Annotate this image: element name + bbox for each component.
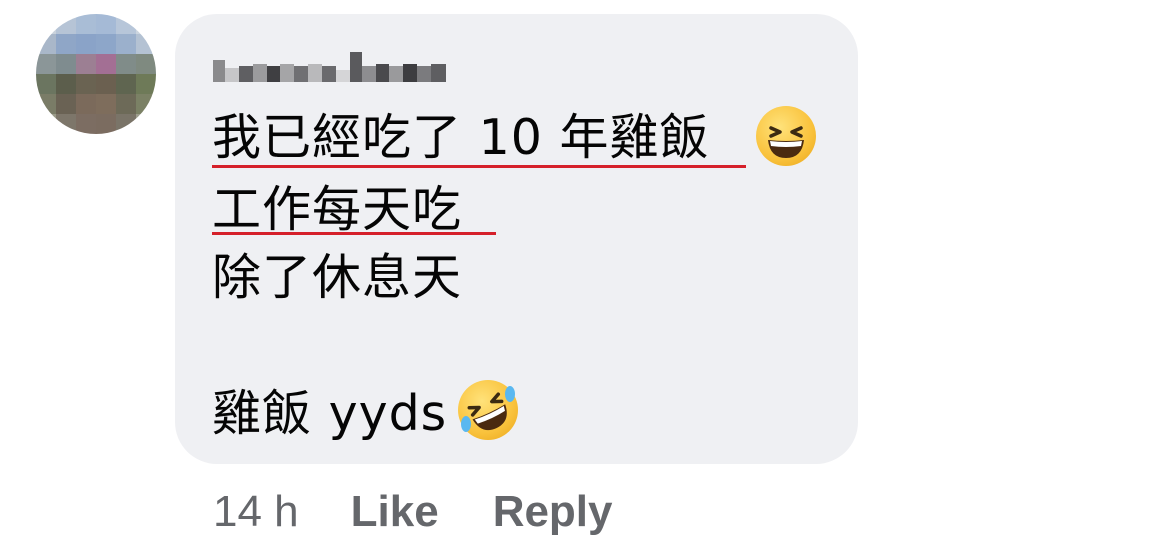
comment-line-2: 工作每天吃 <box>212 181 463 238</box>
timestamp[interactable]: 14 h <box>213 487 299 537</box>
grinning-squinting-face-icon <box>756 106 816 166</box>
rolling-on-floor-laughing-icon <box>458 380 518 440</box>
comment-line-1: 我已經吃了 10 年雞飯 <box>212 109 710 166</box>
like-button[interactable]: Like <box>351 487 439 537</box>
avatar[interactable] <box>36 14 156 134</box>
comment-actions: 14 h Like Reply <box>213 484 613 540</box>
comment-line-5: 雞飯 yyds <box>212 385 448 442</box>
red-underline-1 <box>212 165 746 168</box>
reply-button[interactable]: Reply <box>493 487 613 537</box>
comment-line-3: 除了休息天 <box>212 249 463 306</box>
red-underline-2 <box>212 232 496 235</box>
author-name-redacted[interactable] <box>213 48 446 82</box>
